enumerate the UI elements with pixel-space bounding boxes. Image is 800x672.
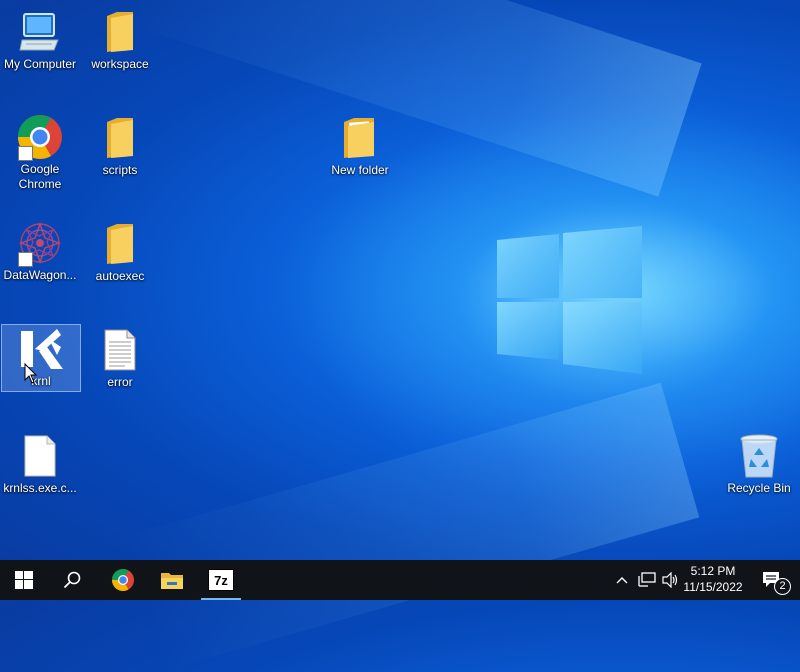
icon-label: Google Chrome [18,162,62,191]
file-explorer-icon [161,573,183,589]
desktop-icon-datawagon[interactable]: DataWagon... [1,219,79,283]
icon-label: workspace [91,57,149,71]
folder-icon [336,114,384,162]
taskbar-7zip-button[interactable]: 7z [197,560,245,600]
chrome-icon [16,113,64,161]
desktop-icon-error[interactable]: error [81,326,159,390]
icon-label: autoexec [95,269,145,283]
desktop-icon-krnlss[interactable]: krnlss.exe.c... [1,432,79,496]
volume-button[interactable] [660,560,682,600]
desktop-icon-krnl[interactable]: krnl [1,324,81,392]
desktop-icon-workspace[interactable]: workspace [81,8,159,72]
icon-label: DataWagon... [3,268,77,282]
desktop-icon-new-folder[interactable]: New folder [321,114,399,178]
desktop-icon-autoexec[interactable]: autoexec [81,220,159,284]
chevron-up-icon [616,577,628,584]
desktop-icon-google-chrome[interactable]: Google Chrome [1,113,79,192]
folder-icon [96,220,144,268]
recycle-bin-icon [735,432,783,480]
folder-icon [96,8,144,56]
text-document-icon [96,326,144,374]
taskbar: 7z 5:12 PM 11/15/2022 2 [0,560,800,600]
folder-icon [96,114,144,162]
shortcut-arrow-icon [18,252,33,267]
computer-icon [16,8,64,56]
taskbar-chrome-button[interactable] [99,560,147,600]
mouse-cursor-icon [24,363,38,384]
action-center-button[interactable]: 2 [752,560,792,600]
blank-file-icon [16,432,64,480]
icon-label: krnl [31,374,51,388]
network-button[interactable] [636,560,658,600]
notification-count-badge: 2 [774,578,791,595]
clock-time: 5:12 PM [690,564,736,578]
datawagon-icon [16,219,64,267]
desktop-icon-my-computer[interactable]: My Computer [1,8,79,72]
wallpaper-beam-bottom [122,382,700,672]
7zip-label: 7z [214,572,228,588]
wallpaper-beam-top [125,0,702,197]
icon-label: New folder [331,163,389,177]
speaker-icon [662,572,678,588]
icon-label: krnlss.exe.c... [3,481,77,495]
network-icon [638,572,656,587]
search-button[interactable] [48,560,96,600]
start-icon [15,571,33,589]
windows-logo-wallpaper [497,226,642,374]
clock-date: 11/15/2022 [683,580,743,594]
icon-label: scripts [102,163,138,177]
icon-label: My Computer [3,57,77,71]
taskbar-clock[interactable]: 5:12 PM 11/15/2022 [680,563,746,595]
chrome-icon [112,569,134,591]
shortcut-arrow-icon [18,146,33,161]
show-hidden-icons-button[interactable] [612,560,632,600]
start-button[interactable] [0,560,48,600]
7zip-icon: 7z [208,569,234,591]
search-icon [63,571,81,589]
icon-label: Recycle Bin [727,481,791,495]
taskbar-file-explorer-button[interactable] [148,560,196,600]
icon-label: error [107,375,133,389]
desktop-icon-recycle-bin[interactable]: Recycle Bin [720,432,798,496]
desktop-icon-scripts[interactable]: scripts [81,114,159,178]
